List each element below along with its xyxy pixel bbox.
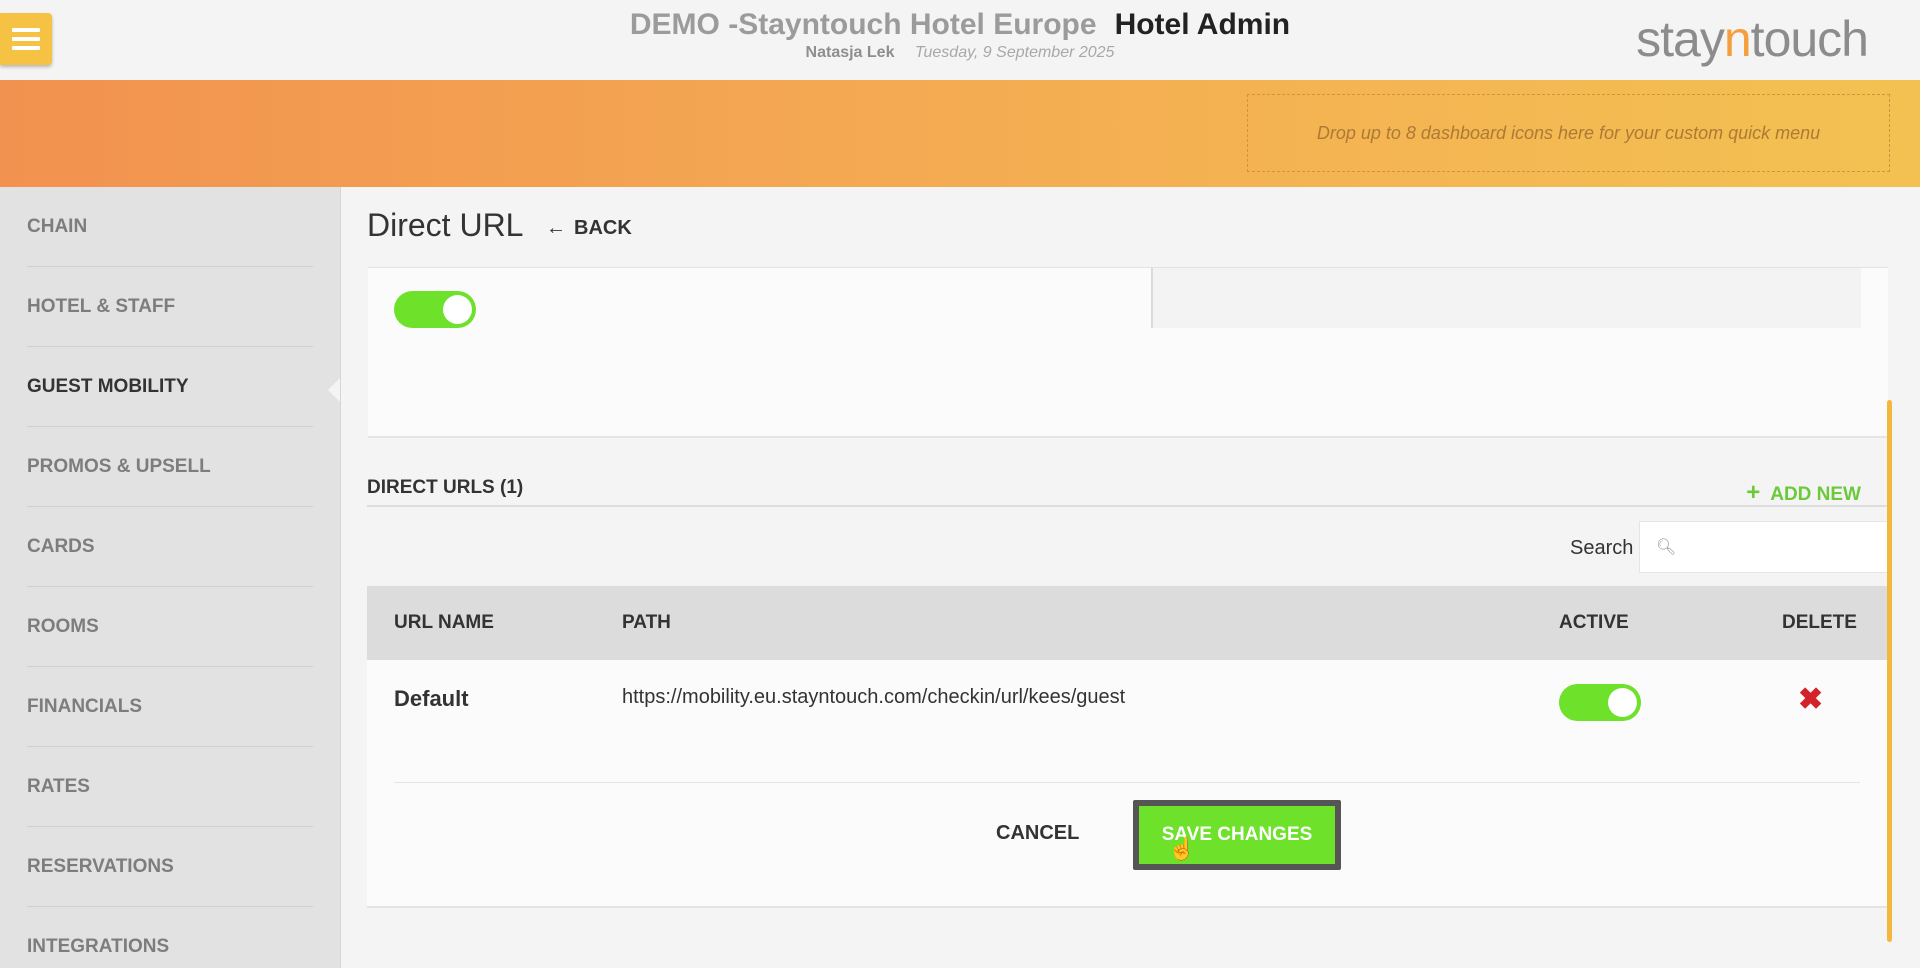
current-date: Tuesday, 9 September 2025 xyxy=(914,44,1115,61)
direct-urls-table: URL NAME PATH ACTIVE DELETE Default http… xyxy=(367,586,1888,908)
search-field[interactable]: 🔍︎ xyxy=(1639,521,1889,573)
search-label: Search xyxy=(1570,537,1634,559)
settings-panel-side-box xyxy=(1151,268,1861,328)
hotel-name: DEMO -Stayntouch Hotel Europe xyxy=(629,8,1097,41)
search-icon: 🔍︎ xyxy=(1656,539,1677,556)
sidebar-item-rooms[interactable]: ROOMS xyxy=(27,587,313,667)
top-bar: DEMO -Stayntouch Hotel Europe Hotel Admin… xyxy=(0,0,1920,80)
add-new-label: ADD NEW xyxy=(1770,484,1861,505)
back-button[interactable]: ← BACK xyxy=(546,217,632,240)
arrow-left-icon: ← xyxy=(546,217,566,239)
sidebar-item-guest-mobility[interactable]: GUEST MOBILITY xyxy=(27,347,313,427)
sidebar-item-promos-upsell[interactable]: PROMOS & UPSELL xyxy=(27,427,313,507)
active-item-pointer xyxy=(328,378,340,402)
sidebar-item-rates[interactable]: RATES xyxy=(27,747,313,827)
vertical-scrollbar[interactable] xyxy=(1887,400,1892,942)
logo-text-post: touch xyxy=(1750,11,1869,67)
sidebar: CHAIN HOTEL & STAFF GUEST MOBILITY PROMO… xyxy=(0,187,341,968)
table-row[interactable]: Default https://mobility.eu.stayntouch.c… xyxy=(367,660,1888,783)
app-name: Hotel Admin xyxy=(1114,8,1291,41)
add-new-button[interactable]: + ADD NEW xyxy=(1746,479,1861,507)
hand-pointer-icon: ☝ xyxy=(1168,836,1196,861)
logo-text-pre: stay xyxy=(1636,11,1725,67)
user-name: Natasja Lek xyxy=(805,44,895,61)
settings-panel xyxy=(368,267,1888,438)
logo-text-accent: n xyxy=(1723,11,1752,67)
main-content: Direct URL ← BACK DIRECT URLS (1) + ADD NE… xyxy=(341,187,1920,968)
save-changes-button-frame: SAVE CHANGES xyxy=(1133,800,1341,870)
direct-urls-section-header: DIRECT URLS (1) + ADD NEW xyxy=(367,477,1887,507)
column-header-url-name[interactable]: URL NAME xyxy=(394,612,494,634)
back-label: BACK xyxy=(574,217,632,239)
sidebar-item-financials[interactable]: FINANCIALS xyxy=(27,667,313,747)
search-input[interactable] xyxy=(1678,532,1882,564)
delete-icon[interactable]: ✖ xyxy=(1798,682,1823,717)
page-title: Direct URL xyxy=(367,207,524,243)
toggle-knob xyxy=(1608,688,1637,717)
sidebar-item-integrations[interactable]: INTEGRATIONS xyxy=(27,907,313,968)
row-divider xyxy=(394,782,1860,783)
quick-menu-dropzone[interactable]: Drop up to 8 dashboard icons here for yo… xyxy=(1247,94,1890,172)
direct-url-enabled-toggle[interactable] xyxy=(394,291,476,328)
sidebar-item-hotel-staff[interactable]: HOTEL & STAFF xyxy=(27,267,313,347)
plus-icon: + xyxy=(1746,479,1761,506)
sidebar-item-cards[interactable]: CARDS xyxy=(27,507,313,587)
table-header: URL NAME PATH ACTIVE DELETE xyxy=(367,586,1888,660)
sidebar-item-reservations[interactable]: RESERVATIONS xyxy=(27,827,313,907)
table-body: Default https://mobility.eu.stayntouch.c… xyxy=(367,660,1888,908)
url-path-cell[interactable]: https://mobility.eu.stayntouch.com/check… xyxy=(622,686,1125,709)
column-header-delete: DELETE xyxy=(1782,612,1857,633)
header-title: DEMO -Stayntouch Hotel Europe Hotel Admin… xyxy=(0,8,1920,62)
url-name-cell[interactable]: Default xyxy=(394,686,469,712)
toggle-knob xyxy=(443,295,472,324)
column-header-active: ACTIVE xyxy=(1559,612,1629,633)
section-title: DIRECT URLS (1) xyxy=(367,477,524,498)
cancel-button[interactable]: CANCEL xyxy=(996,822,1079,845)
column-header-path[interactable]: PATH xyxy=(622,612,671,634)
quick-menu-banner: Drop up to 8 dashboard icons here for yo… xyxy=(0,80,1920,187)
sidebar-item-chain[interactable]: CHAIN xyxy=(27,187,313,267)
stayntouch-logo: stayntouch xyxy=(1636,10,1869,68)
url-active-toggle[interactable] xyxy=(1559,684,1641,721)
